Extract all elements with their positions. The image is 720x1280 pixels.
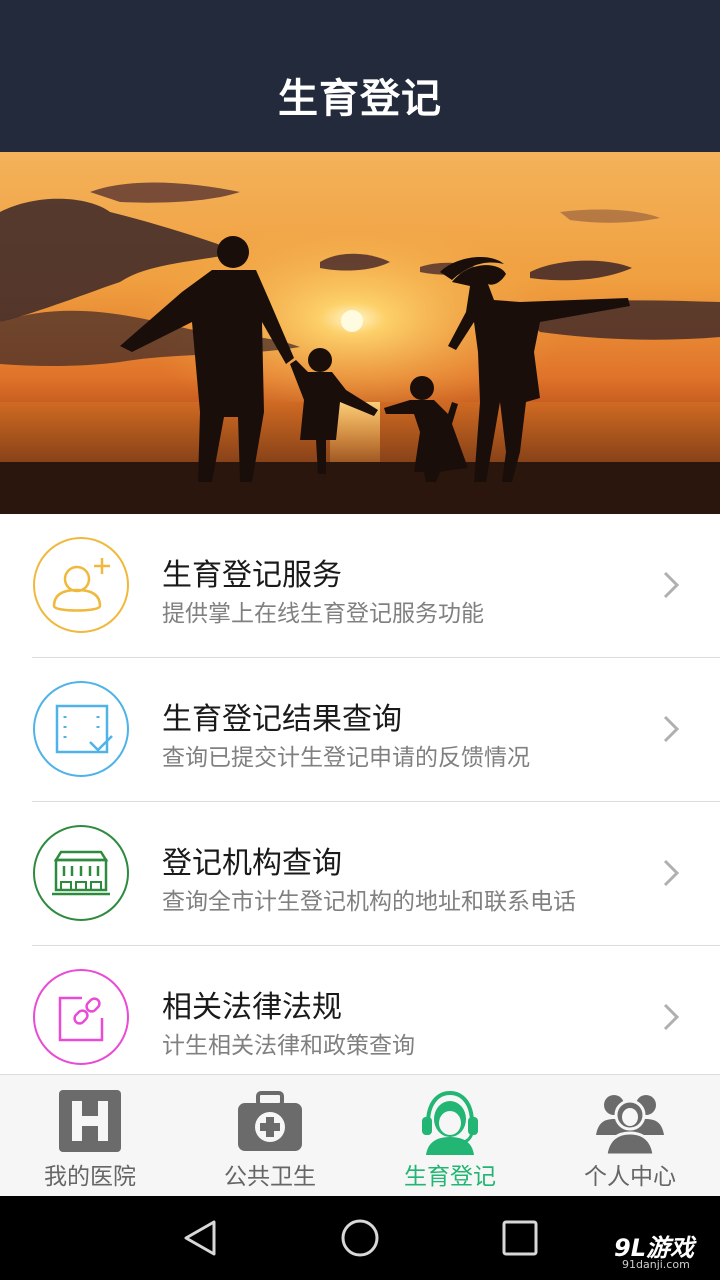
chevron-right-icon bbox=[660, 568, 682, 602]
home-icon[interactable] bbox=[338, 1216, 382, 1260]
chevron-right-icon bbox=[660, 856, 682, 890]
menu-item-birth-registration[interactable]: 生育登记服务 提供掌上在线生育登记服务功能 bbox=[0, 514, 720, 658]
system-navigation-bar bbox=[0, 1196, 720, 1280]
tab-personal-center[interactable]: 个人中心 bbox=[540, 1075, 720, 1197]
menu-item-title: 登记机构查询 bbox=[162, 846, 342, 881]
menu-item-subtitle: 查询已提交计生登记申请的反馈情况 bbox=[162, 745, 530, 771]
menu-item-institution-query[interactable]: 登记机构查询 查询全市计生登记机构的地址和联系电话 bbox=[0, 802, 720, 946]
back-icon[interactable] bbox=[178, 1216, 222, 1260]
chevron-right-icon bbox=[660, 1000, 682, 1034]
service-menu: 生育登记服务 提供掌上在线生育登记服务功能 生育登记结果查询 查询已提交计生登记… bbox=[0, 514, 720, 1074]
add-user-icon bbox=[32, 536, 130, 634]
menu-item-title: 相关法律法规 bbox=[162, 990, 342, 1025]
headset-nurse-icon bbox=[416, 1089, 484, 1155]
banner-image bbox=[0, 152, 720, 514]
watermark-url: 91danji.com bbox=[622, 1258, 690, 1271]
menu-item-laws-regulations[interactable]: 相关法律法规 计生相关法律和政策查询 bbox=[0, 946, 720, 1074]
app-header: 生育登记 bbox=[0, 0, 720, 152]
menu-item-subtitle: 计生相关法律和政策查询 bbox=[162, 1033, 415, 1059]
hospital-icon bbox=[56, 1089, 124, 1155]
medical-kit-icon bbox=[236, 1089, 304, 1155]
page-title: 生育登记 bbox=[278, 76, 442, 122]
menu-item-subtitle: 提供掌上在线生育登记服务功能 bbox=[162, 601, 484, 627]
tab-label: 公共卫生 bbox=[224, 1164, 316, 1190]
building-icon bbox=[32, 824, 130, 922]
recents-icon[interactable] bbox=[498, 1216, 542, 1260]
tab-my-hospital[interactable]: 我的医院 bbox=[0, 1075, 180, 1197]
watermark: 9L游戏 91danji.com bbox=[614, 1228, 714, 1276]
chevron-right-icon bbox=[660, 712, 682, 746]
menu-item-title: 生育登记服务 bbox=[162, 558, 342, 593]
tab-label: 我的医院 bbox=[44, 1164, 136, 1190]
document-check-icon bbox=[32, 680, 130, 778]
menu-item-subtitle: 查询全市计生登记机构的地址和联系电话 bbox=[162, 889, 576, 915]
tab-birth-registration[interactable]: 生育登记 bbox=[360, 1075, 540, 1197]
users-icon bbox=[596, 1089, 664, 1157]
bottom-tab-bar: 我的医院 公共卫生 生育登记 个人中心 bbox=[0, 1074, 720, 1196]
tab-label: 个人中心 bbox=[584, 1164, 676, 1190]
family-sunset-illustration bbox=[0, 152, 720, 514]
link-edit-icon bbox=[32, 968, 130, 1066]
menu-item-title: 生育登记结果查询 bbox=[162, 702, 402, 737]
tab-label: 生育登记 bbox=[404, 1164, 496, 1190]
menu-item-registration-result-query[interactable]: 生育登记结果查询 查询已提交计生登记申请的反馈情况 bbox=[0, 658, 720, 802]
tab-public-health[interactable]: 公共卫生 bbox=[180, 1075, 360, 1197]
